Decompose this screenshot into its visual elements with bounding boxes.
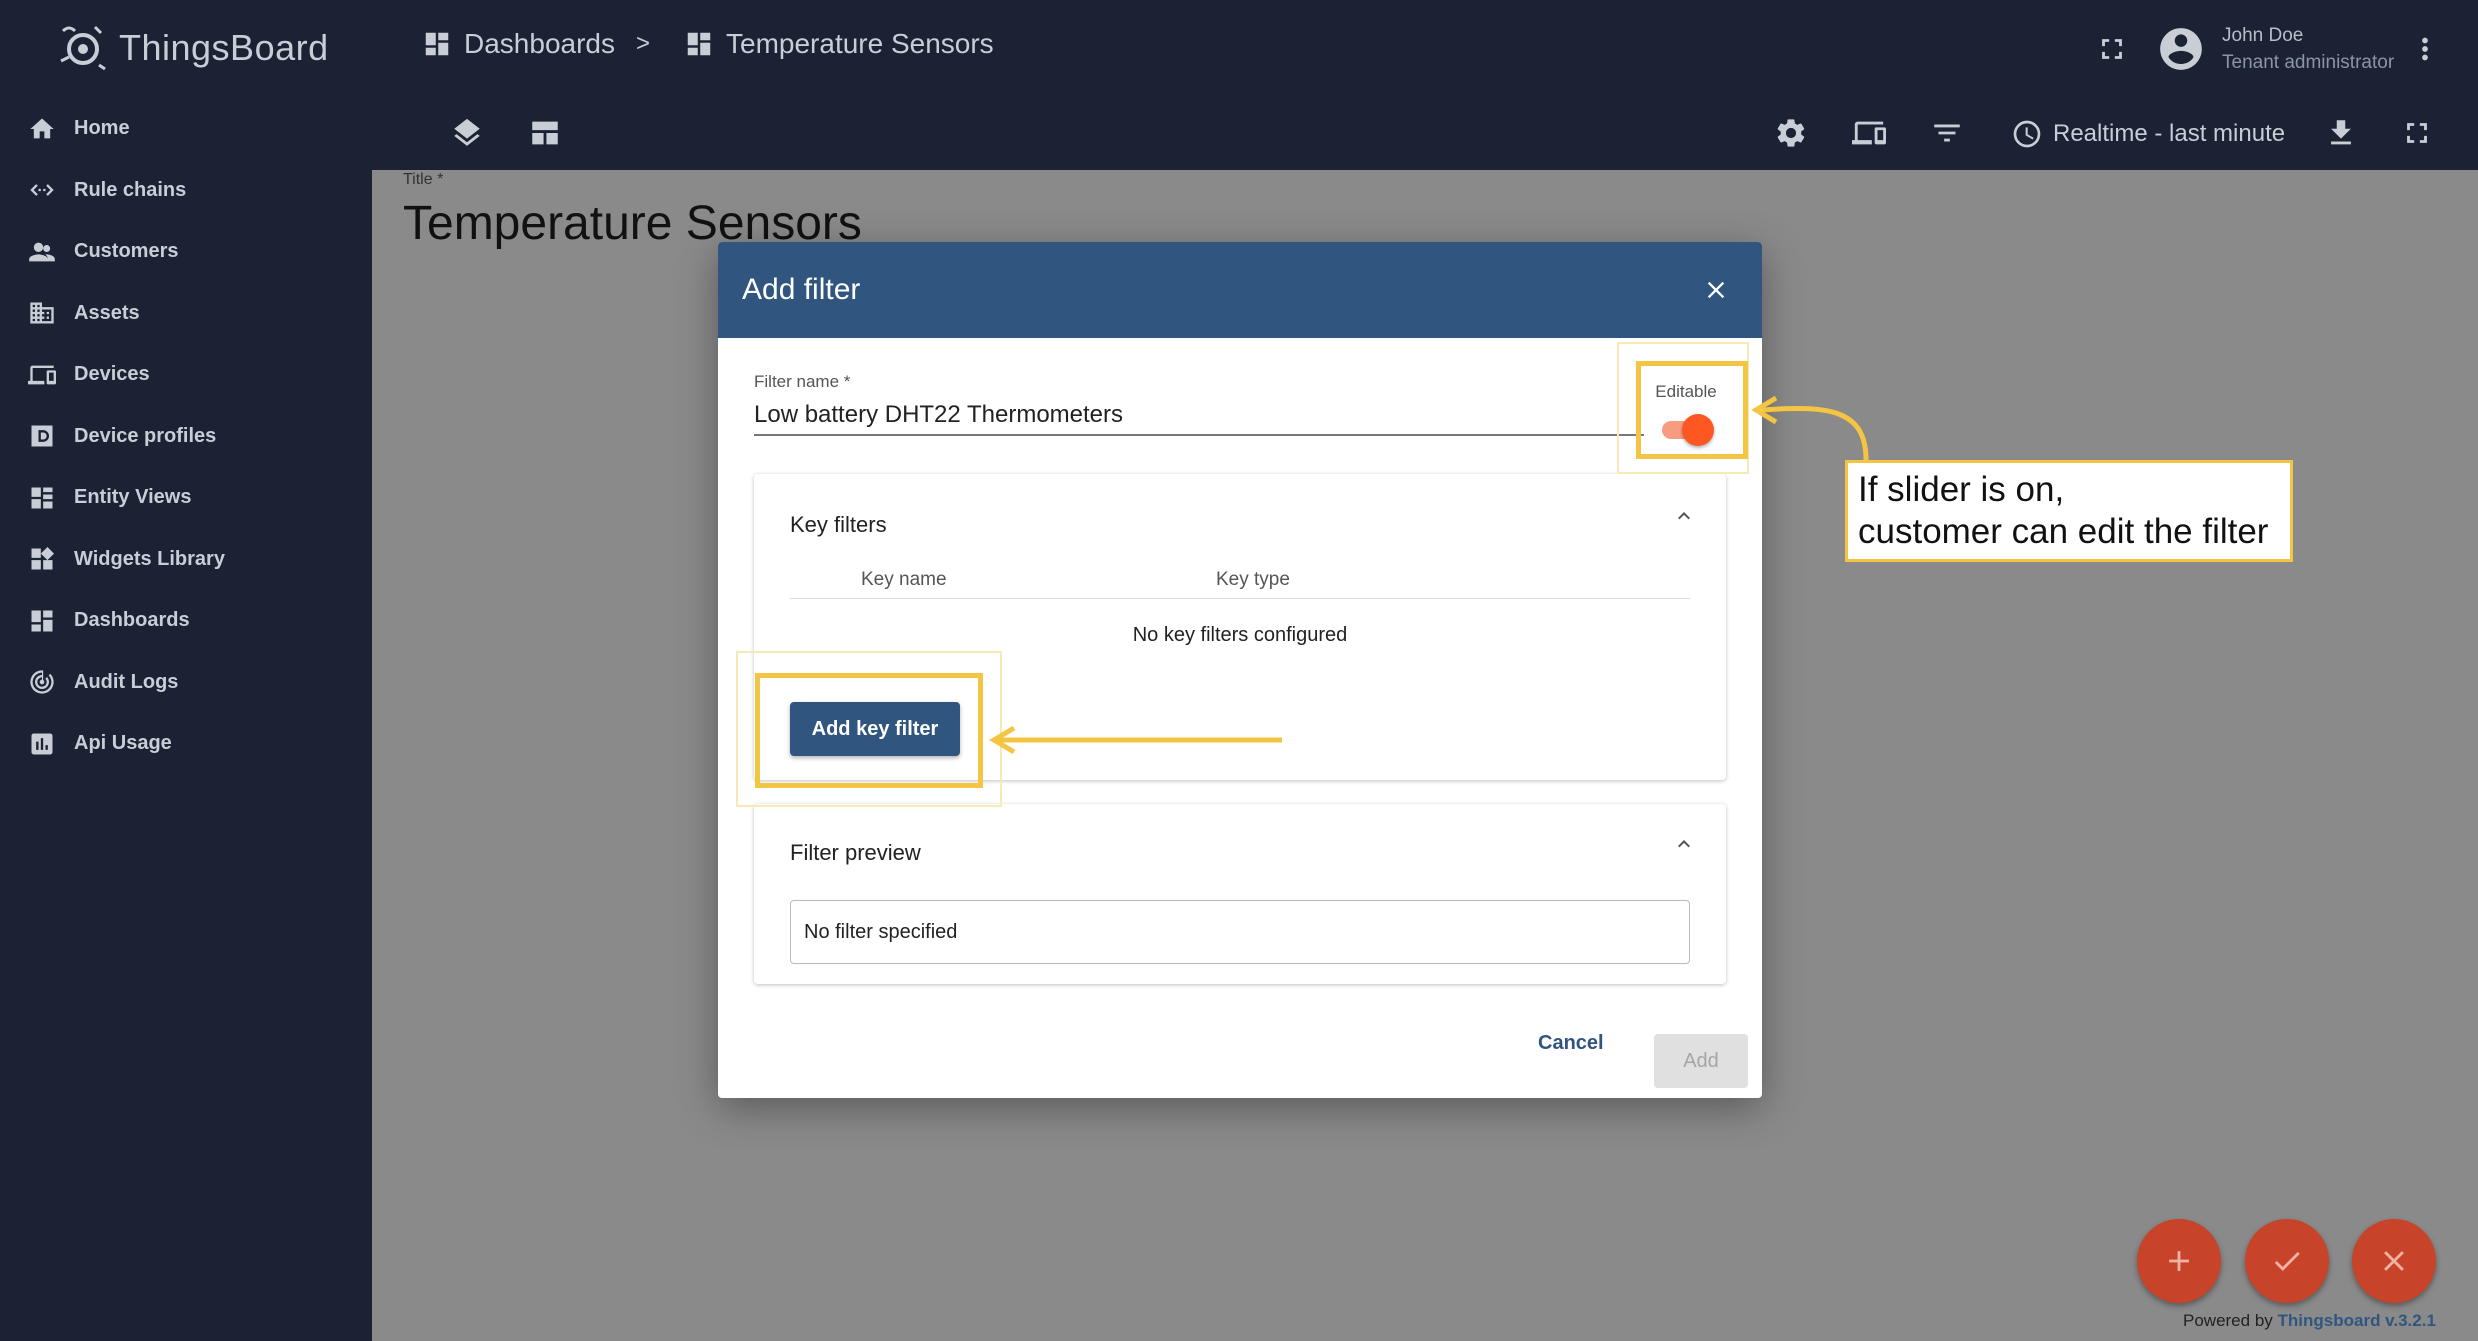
sidebar-item-widgets-library[interactable]: Widgets Library [0, 529, 372, 591]
widgets-icon [31, 547, 55, 570]
sidebar-item-label: Audit Logs [74, 670, 179, 693]
breadcrumb-label: Dashboards [464, 28, 615, 59]
sidebar-item-device-profiles[interactable]: Device profiles [0, 406, 372, 468]
device-profile-icon [31, 425, 53, 447]
sidebar-item-label: Widgets Library [74, 547, 225, 570]
powered-by-link[interactable]: Thingsboard v.3.2.1 [2278, 1311, 2436, 1330]
dialog-title: Add filter [742, 273, 861, 306]
fullscreen-icon[interactable] [2400, 116, 2434, 150]
sidebar-item-label: Device profiles [74, 424, 217, 447]
account-circle-icon [2160, 28, 2202, 70]
gear-icon[interactable] [1774, 116, 1808, 150]
dashboard-icon [31, 610, 53, 632]
clock-icon [2013, 120, 2041, 148]
check-icon [2274, 1251, 2300, 1271]
annotation-line-1: If slider is on, [1858, 470, 2065, 509]
home-icon [30, 118, 54, 139]
title-field-label: Title * [403, 171, 444, 188]
close-icon [1707, 281, 1725, 299]
add-widget-fab[interactable] [2137, 1219, 2221, 1303]
powered-by-prefix: Powered by [2183, 1311, 2273, 1330]
code-arrows-icon [30, 184, 54, 197]
timewindow-label: Realtime - last minute [2053, 120, 2286, 147]
filter-name-label: Filter name * [754, 372, 851, 391]
user-role: Tenant administrator [2222, 52, 2395, 73]
dashboard-icon [425, 32, 449, 56]
sidebar-nav: Home Rule chains Customers Assets Device… [0, 98, 372, 775]
breadcrumb-dashboards[interactable]: Dashboards [422, 28, 615, 60]
close-button[interactable] [1694, 268, 1738, 312]
fullscreen-icon[interactable] [2095, 32, 2129, 66]
chevron-up-icon[interactable] [1672, 832, 1696, 856]
annotation-callout: If slider is on, customer can edit the f… [1845, 460, 2293, 562]
people-icon [29, 242, 55, 262]
bar-chart-icon [31, 733, 53, 755]
add-button[interactable]: Add [1654, 1034, 1748, 1088]
sidebar-item-label: Api Usage [74, 732, 172, 755]
track-changes-icon [30, 670, 54, 694]
app-name: ThingsBoard [119, 27, 329, 68]
filter-preview-panel: Filter preview No filter specified [754, 804, 1726, 984]
timewindow-selector[interactable]: Realtime - last minute [2011, 118, 2285, 150]
devices-icon [28, 365, 56, 385]
table-divider [790, 598, 1690, 599]
column-header-key-type: Key type [1216, 569, 1290, 590]
close-icon [2384, 1251, 2404, 1271]
sidebar-item-label: Home [74, 117, 130, 140]
sidebar-item-label: Devices [74, 363, 150, 386]
filter-preview-box: No filter specified [790, 900, 1690, 964]
key-filters-title: Key filters [790, 512, 887, 537]
sidebar: ThingsBoard Home Rule chains Customers A… [0, 0, 372, 1341]
filter-name-input[interactable] [754, 396, 1644, 436]
layout-icon[interactable] [528, 116, 562, 150]
download-icon[interactable] [2324, 116, 2358, 150]
sidebar-item-label: Assets [74, 301, 140, 324]
plus-icon [2169, 1251, 2189, 1271]
sidebar-item-label: Customers [74, 240, 179, 263]
thingsboard-logo-icon [60, 25, 106, 71]
building-icon [30, 302, 54, 324]
grid-view-icon [31, 487, 53, 509]
user-name: John Doe [2222, 25, 2304, 46]
chevron-up-icon[interactable] [1672, 504, 1696, 528]
sidebar-item-assets[interactable]: Assets [0, 283, 372, 345]
powered-by: Powered by Thingsboard v.3.2.1 [2183, 1311, 2436, 1331]
filter-list-icon[interactable] [1930, 116, 1964, 150]
breadcrumb-separator: > [636, 30, 651, 57]
cancel-button[interactable]: Cancel [1538, 1032, 1604, 1055]
sidebar-item-audit-logs[interactable]: Audit Logs [0, 652, 372, 714]
sidebar-item-rule-chains[interactable]: Rule chains [0, 160, 372, 222]
sidebar-item-dashboards[interactable]: Dashboards [0, 590, 372, 652]
more-vert-icon[interactable] [2408, 32, 2442, 66]
layers-icon[interactable] [450, 116, 484, 150]
dashboard-toolbar: Realtime - last minute [372, 98, 2478, 170]
logo[interactable]: ThingsBoard [55, 18, 329, 78]
dashboard-icon [687, 32, 711, 56]
add-key-filter-highlight-box [755, 673, 983, 788]
sidebar-item-api-usage[interactable]: Api Usage [0, 713, 372, 775]
filter-preview-title: Filter preview [790, 840, 921, 865]
arrow-to-editable [1761, 406, 1869, 461]
sidebar-item-devices[interactable]: Devices [0, 344, 372, 406]
sidebar-item-home[interactable]: Home [0, 98, 372, 160]
decline-changes-fab[interactable] [2352, 1219, 2436, 1303]
user-menu[interactable]: John Doe Tenant administrator [2156, 22, 2394, 76]
apply-changes-fab[interactable] [2245, 1219, 2329, 1303]
breadcrumb-label: Temperature Sensors [726, 28, 994, 59]
breadcrumb-temperature-sensors: Temperature Sensors [684, 28, 994, 60]
annotation-line-2: customer can edit the filter [1858, 512, 2269, 551]
sidebar-item-label: Entity Views [74, 486, 192, 509]
devices-icon[interactable] [1852, 116, 1886, 150]
dialog-header: Add filter [718, 242, 1762, 338]
editable-highlight-box [1636, 361, 1748, 459]
sidebar-item-label: Dashboards [74, 609, 190, 632]
sidebar-item-entity-views[interactable]: Entity Views [0, 467, 372, 529]
sidebar-item-customers[interactable]: Customers [0, 221, 372, 283]
column-header-key-name: Key name [861, 569, 947, 590]
sidebar-item-label: Rule chains [74, 178, 187, 201]
top-bar: Dashboards > Temperature Sensors John Do… [372, 0, 2478, 98]
no-key-filters-text: No key filters configured [1132, 624, 1348, 646]
